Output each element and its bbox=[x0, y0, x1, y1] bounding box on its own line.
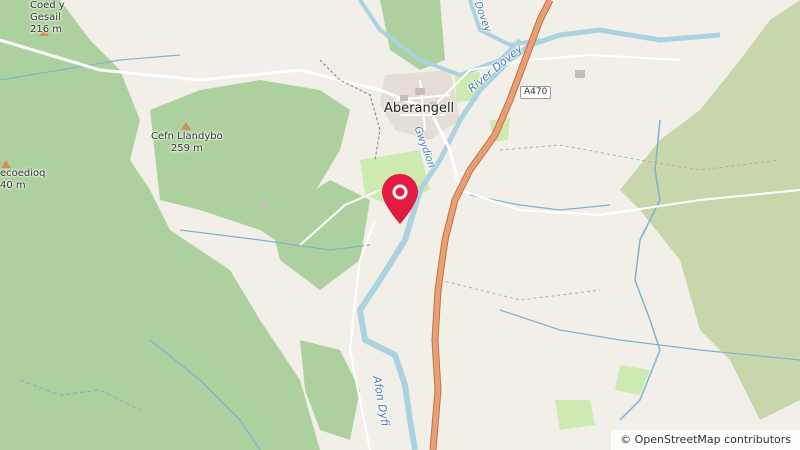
place-label-coed-y-gesail: Coed y Gesail 216 m bbox=[30, 0, 65, 35]
building bbox=[415, 88, 425, 95]
building bbox=[575, 70, 585, 78]
place-label-pecoediog: ecoedioq 40 m bbox=[0, 168, 46, 191]
road-shield-a470: A470 bbox=[520, 86, 552, 99]
attribution-text: © OpenStreetMap contributors bbox=[620, 433, 791, 446]
map-attribution[interactable]: © OpenStreetMap contributors bbox=[611, 430, 800, 450]
grass-patch-south bbox=[555, 400, 595, 430]
place-label-cefn-llandybo: Cefn Llandybo 259 m bbox=[151, 131, 223, 154]
place-label-aberangell: Aberangell bbox=[384, 101, 455, 116]
map-pin-icon bbox=[382, 174, 418, 224]
location-marker-pin[interactable] bbox=[380, 172, 420, 226]
map-canvas[interactable]: Aberangell Coed y Gesail 216 m Cefn Llan… bbox=[0, 0, 800, 450]
building bbox=[260, 200, 268, 206]
